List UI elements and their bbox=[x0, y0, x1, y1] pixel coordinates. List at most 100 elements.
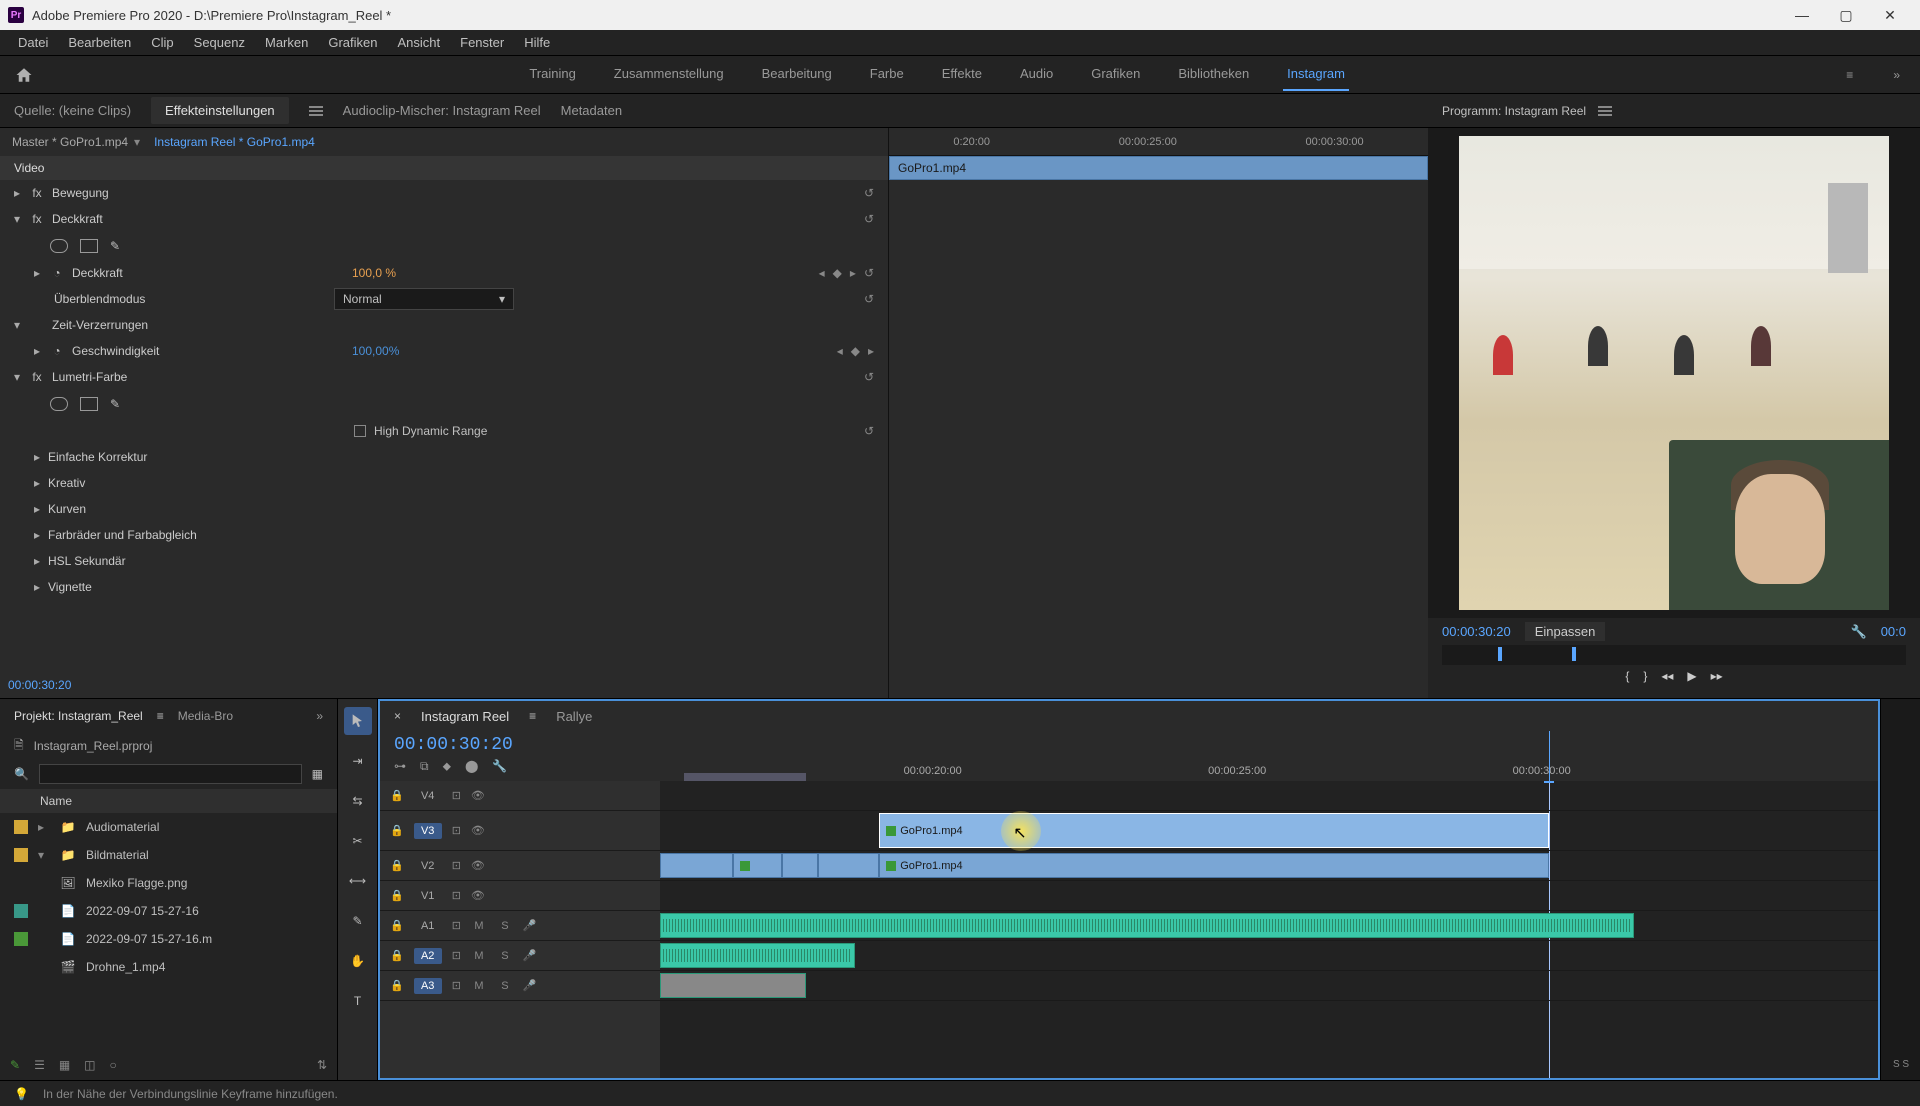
chevron-down-icon[interactable]: ▾ bbox=[134, 135, 140, 149]
play-button[interactable]: ▶ bbox=[1687, 669, 1696, 683]
menu-clip[interactable]: Clip bbox=[141, 31, 183, 54]
solo-button[interactable]: S bbox=[497, 920, 513, 932]
ellipse-mask-button[interactable] bbox=[50, 239, 68, 253]
menu-ansicht[interactable]: Ansicht bbox=[387, 31, 450, 54]
zoom-fit-select[interactable]: Einpassen bbox=[1525, 622, 1606, 641]
voiceover-icon[interactable]: 🎤 bbox=[523, 949, 537, 962]
reset-icon[interactable]: ↺ bbox=[864, 186, 874, 200]
sync-lock-icon[interactable]: ⊡ bbox=[452, 949, 461, 962]
program-scrubber[interactable] bbox=[1442, 645, 1906, 665]
ws-bearbeitung[interactable]: Bearbeitung bbox=[758, 58, 836, 91]
stopwatch-icon[interactable]: ◔ bbox=[48, 344, 66, 358]
hand-tool[interactable]: ✋ bbox=[344, 947, 372, 975]
mark-in-button[interactable]: { bbox=[1625, 669, 1629, 683]
lock-icon[interactable]: 🔒 bbox=[390, 889, 404, 902]
list-item[interactable]: 📄2022-09-07 15-27-16 bbox=[0, 897, 337, 925]
clip-v3-gopro[interactable]: GoPro1.mp4 bbox=[879, 813, 1549, 848]
ws-bibliotheken[interactable]: Bibliotheken bbox=[1174, 58, 1253, 91]
timeline-timecode[interactable]: 00:00:30:20 bbox=[394, 735, 646, 755]
twisty-icon[interactable]: ▸ bbox=[34, 476, 48, 490]
effect-clip-bar[interactable]: GoPro1.mp4 bbox=[889, 156, 1428, 180]
list-item[interactable]: 🖼Mexiko Flagge.png bbox=[0, 869, 337, 897]
effect-timecode[interactable]: 00:00:30:20 bbox=[8, 678, 71, 692]
tab-quelle[interactable]: Quelle: (keine Clips) bbox=[14, 97, 131, 124]
tab-media-browser[interactable]: Media-Bro bbox=[178, 709, 233, 723]
twisty-icon[interactable]: ▸ bbox=[34, 554, 48, 568]
freeform-view-icon[interactable]: ◫ bbox=[84, 1058, 95, 1072]
rect-mask-button[interactable] bbox=[80, 397, 98, 411]
reset-icon[interactable]: ↺ bbox=[864, 266, 874, 280]
list-item[interactable]: ▸📁Audiomaterial bbox=[0, 813, 337, 841]
prev-kf-icon[interactable]: ◂ bbox=[819, 266, 825, 280]
sub-hsl-label[interactable]: HSL Sekundär bbox=[48, 554, 328, 568]
minimize-button[interactable]: — bbox=[1780, 0, 1824, 30]
rect-mask-button[interactable] bbox=[80, 239, 98, 253]
fx-badge-icon[interactable]: fx bbox=[28, 370, 46, 384]
next-kf-icon[interactable]: ▸ bbox=[850, 266, 856, 280]
lock-icon[interactable]: 🔒 bbox=[390, 919, 404, 932]
reset-icon[interactable]: ↺ bbox=[864, 424, 874, 438]
close-seq-icon[interactable]: × bbox=[394, 709, 401, 723]
mute-button[interactable]: M bbox=[471, 920, 487, 932]
next-kf-icon[interactable]: ▸ bbox=[868, 344, 874, 358]
lock-icon[interactable]: 🔒 bbox=[390, 859, 404, 872]
ws-grafiken[interactable]: Grafiken bbox=[1087, 58, 1144, 91]
eye-icon[interactable]: 👁 bbox=[471, 789, 485, 802]
sync-lock-icon[interactable]: ⊡ bbox=[452, 824, 461, 837]
list-item[interactable]: 📄2022-09-07 15-27-16.m bbox=[0, 925, 337, 953]
voiceover-icon[interactable]: 🎤 bbox=[523, 919, 537, 932]
reset-icon[interactable]: ↺ bbox=[864, 212, 874, 226]
home-button[interactable] bbox=[0, 66, 48, 84]
twisty-icon[interactable]: ▸ bbox=[34, 266, 48, 280]
master-clip-label[interactable]: Master * GoPro1.mp4 bbox=[12, 135, 128, 149]
clip-v2-b[interactable] bbox=[733, 853, 782, 878]
ws-zusammenstellung[interactable]: Zusammenstellung bbox=[610, 58, 728, 91]
sub-einfache-label[interactable]: Einfache Korrektur bbox=[48, 450, 328, 464]
menu-marken[interactable]: Marken bbox=[255, 31, 318, 54]
column-name-header[interactable]: Name bbox=[0, 789, 337, 813]
track-header-a2[interactable]: 🔒A2⊡MS🎤 bbox=[380, 941, 660, 971]
sync-lock-icon[interactable]: ⊡ bbox=[452, 979, 461, 992]
mark-out-button[interactable]: } bbox=[1643, 669, 1647, 683]
twisty-icon[interactable]: ▸ bbox=[34, 580, 48, 594]
sub-farbrad-label[interactable]: Farbräder und Farbabgleich bbox=[48, 528, 328, 542]
ws-farbe[interactable]: Farbe bbox=[866, 58, 908, 91]
list-item[interactable]: ▾📁Bildmaterial bbox=[0, 841, 337, 869]
search-input[interactable] bbox=[39, 764, 302, 784]
lock-icon[interactable]: 🔒 bbox=[390, 789, 404, 802]
close-button[interactable]: ✕ bbox=[1868, 0, 1912, 30]
sub-vignette-label[interactable]: Vignette bbox=[48, 580, 328, 594]
search-icon[interactable]: 🔍 bbox=[14, 767, 29, 781]
mute-button[interactable]: M bbox=[471, 950, 487, 962]
overflow-icon[interactable]: » bbox=[316, 709, 323, 723]
zoom-slider[interactable]: ○ bbox=[110, 1058, 117, 1072]
new-bin-icon[interactable]: ▦ bbox=[312, 767, 323, 781]
tab-projekt[interactable]: Projekt: Instagram_Reel bbox=[14, 709, 143, 723]
twisty-icon[interactable]: ▸ bbox=[34, 528, 48, 542]
menu-sequenz[interactable]: Sequenz bbox=[184, 31, 255, 54]
audio-meters[interactable]: S S bbox=[1880, 699, 1920, 1080]
twisty-icon[interactable]: ▸ bbox=[34, 344, 48, 358]
sub-kurven-label[interactable]: Kurven bbox=[48, 502, 328, 516]
sub-kreativ-label[interactable]: Kreativ bbox=[48, 476, 328, 490]
twisty-icon[interactable]: ▾ bbox=[14, 318, 28, 332]
timeline-content[interactable]: GoPro1.mp4 ↖ GoPro1.mp4 bbox=[660, 781, 1878, 1078]
fx-badge-icon[interactable]: fx bbox=[28, 212, 46, 226]
seq-tab-instagram[interactable]: Instagram Reel bbox=[421, 709, 509, 724]
fx-bewegung-label[interactable]: Bewegung bbox=[52, 186, 332, 200]
track-header-a1[interactable]: 🔒A1⊡MS🎤 bbox=[380, 911, 660, 941]
ws-training[interactable]: Training bbox=[525, 58, 579, 91]
settings-icon[interactable]: 🔧 bbox=[1851, 624, 1867, 640]
marker-icon[interactable]: ⬥ bbox=[443, 759, 451, 774]
selection-tool[interactable] bbox=[344, 707, 372, 735]
ripple-edit-tool[interactable]: ⇆ bbox=[344, 787, 372, 815]
sync-lock-icon[interactable]: ⊡ bbox=[452, 919, 461, 932]
list-item[interactable]: 🎬Drohne_1.mp4 bbox=[0, 953, 337, 981]
slip-tool[interactable]: ⟷ bbox=[344, 867, 372, 895]
twisty-icon[interactable]: ▸ bbox=[14, 186, 28, 200]
tab-effekteinstellungen[interactable]: Effekteinstellungen bbox=[151, 97, 289, 124]
fx-deckkraft-label[interactable]: Deckkraft bbox=[52, 212, 332, 226]
panel-menu-icon[interactable]: ≡ bbox=[157, 709, 164, 723]
linked-selection-icon[interactable]: ⧉ bbox=[420, 759, 429, 774]
lock-icon[interactable]: 🔒 bbox=[390, 979, 404, 992]
